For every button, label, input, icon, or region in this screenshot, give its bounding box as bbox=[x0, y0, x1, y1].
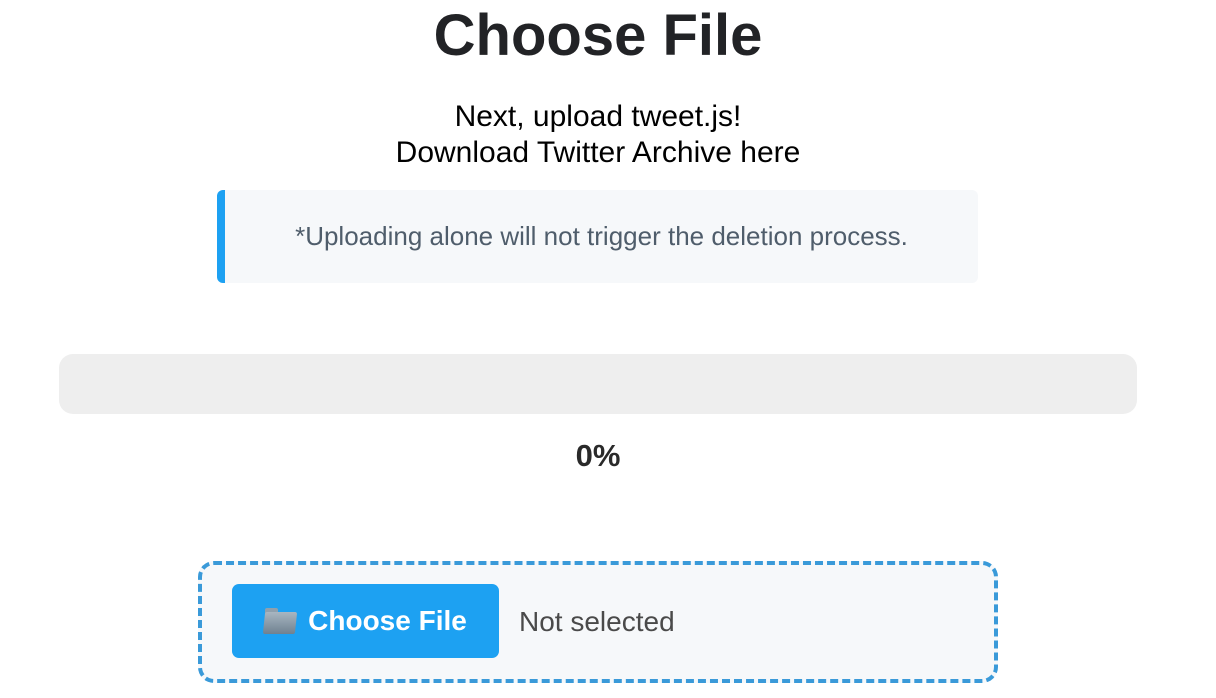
notice-text: *Uploading alone will not trigger the de… bbox=[295, 221, 908, 251]
folder-icon bbox=[262, 608, 298, 634]
download-archive-link[interactable]: Download Twitter Archive here bbox=[0, 135, 1196, 171]
progress-bar bbox=[59, 354, 1137, 414]
upload-instruction: Next, upload tweet.js! bbox=[454, 100, 742, 133]
progress-percentage: 0% bbox=[575, 438, 621, 473]
choose-file-button-label: Choose File bbox=[308, 605, 467, 636]
choose-file-button[interactable]: Choose File bbox=[232, 584, 499, 658]
upload-page: Choose File Next, upload tweet.js! Downl… bbox=[0, 0, 1216, 698]
page-title: Choose File bbox=[433, 3, 763, 68]
file-status-text: Not selected bbox=[519, 606, 675, 637]
notice-box: *Uploading alone will not trigger the de… bbox=[217, 190, 978, 283]
file-drop-zone[interactable]: Choose File Not selected bbox=[198, 561, 998, 683]
instructions: Next, upload tweet.js! Download Twitter … bbox=[0, 99, 1196, 171]
